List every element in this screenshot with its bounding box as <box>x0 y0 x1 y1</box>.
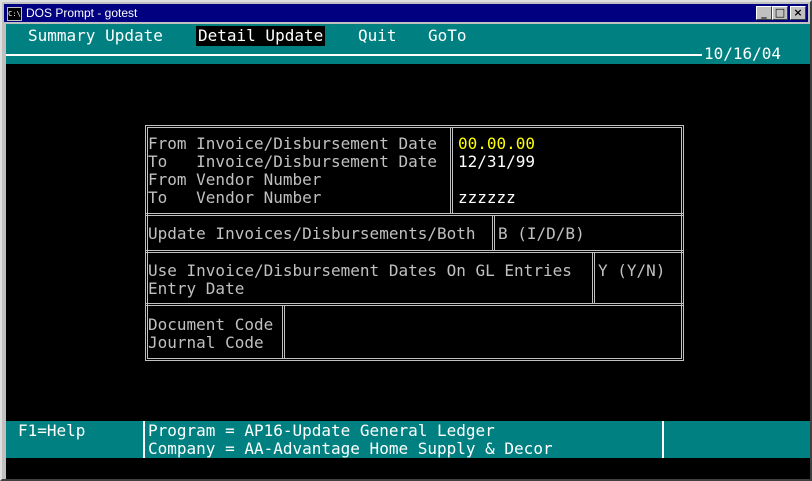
close-button[interactable]: × <box>790 6 806 20</box>
form-divider <box>145 213 684 216</box>
update-type-label: Update Invoices/Disbursements/Both <box>148 224 476 243</box>
maximize-button[interactable]: □ <box>772 6 788 20</box>
menu-goto[interactable]: GoTo <box>428 26 467 46</box>
to-date-label: To Invoice/Disbursement Date <box>148 152 437 171</box>
menu-bar: Summary Update Detail Update Quit GoTo <box>6 24 810 48</box>
column-divider <box>282 306 285 358</box>
minimize-button[interactable]: _ <box>756 6 772 20</box>
from-date-label: From Invoice/Disbursement Date <box>148 134 437 153</box>
program-info: Program = AP16-Update General Ledger <box>148 421 495 440</box>
entry-date-label: Entry Date <box>148 279 245 298</box>
to-date-field[interactable]: 12/31/99 <box>458 153 535 171</box>
use-dates-label: Use Invoice/Disbursement Dates On GL Ent… <box>148 261 572 280</box>
company-info: Company = AA-Advantage Home Supply & Dec… <box>148 439 553 458</box>
dos-prompt-icon[interactable]: C:\ <box>7 7 22 21</box>
journal-code-label: Journal Code <box>148 333 264 352</box>
window-title: DOS Prompt - gotest <box>26 6 138 20</box>
header-band <box>6 48 810 64</box>
console-area[interactable]: Summary Update Detail Update Quit GoTo 1… <box>6 24 810 479</box>
update-type-field[interactable]: B (I/D/B) <box>498 225 585 243</box>
status-bar: F1=Help Program = AP16-Update General Le… <box>6 421 810 458</box>
column-divider <box>492 216 495 250</box>
menu-summary-update[interactable]: Summary Update <box>28 26 163 46</box>
from-vendor-field[interactable] <box>458 171 548 189</box>
from-vendor-label: From Vendor Number <box>148 170 322 189</box>
use-dates-field[interactable]: Y (Y/N) <box>598 262 665 280</box>
status-divider <box>662 421 664 458</box>
menu-quit[interactable]: Quit <box>358 26 397 46</box>
console-bottom <box>6 458 810 479</box>
menu-detail-update[interactable]: Detail Update <box>196 26 326 46</box>
help-hint: F1=Help <box>18 421 86 440</box>
column-divider <box>592 253 595 303</box>
from-date-field[interactable]: 00.00.00 <box>458 135 535 153</box>
to-vendor-field[interactable]: zzzzzz <box>458 189 516 207</box>
column-divider <box>450 128 453 213</box>
header-rule <box>6 54 702 56</box>
to-vendor-label: To Vendor Number <box>148 188 322 207</box>
form-divider <box>145 303 684 306</box>
title-bar[interactable]: C:\ DOS Prompt - gotest _ □ × <box>4 4 808 22</box>
status-divider <box>143 421 145 458</box>
header-date: 10/16/04 <box>704 44 782 63</box>
dos-window: C:\ DOS Prompt - gotest _ □ × Summary Up… <box>0 0 812 481</box>
form-divider <box>145 250 684 253</box>
document-code-label: Document Code <box>148 315 274 334</box>
